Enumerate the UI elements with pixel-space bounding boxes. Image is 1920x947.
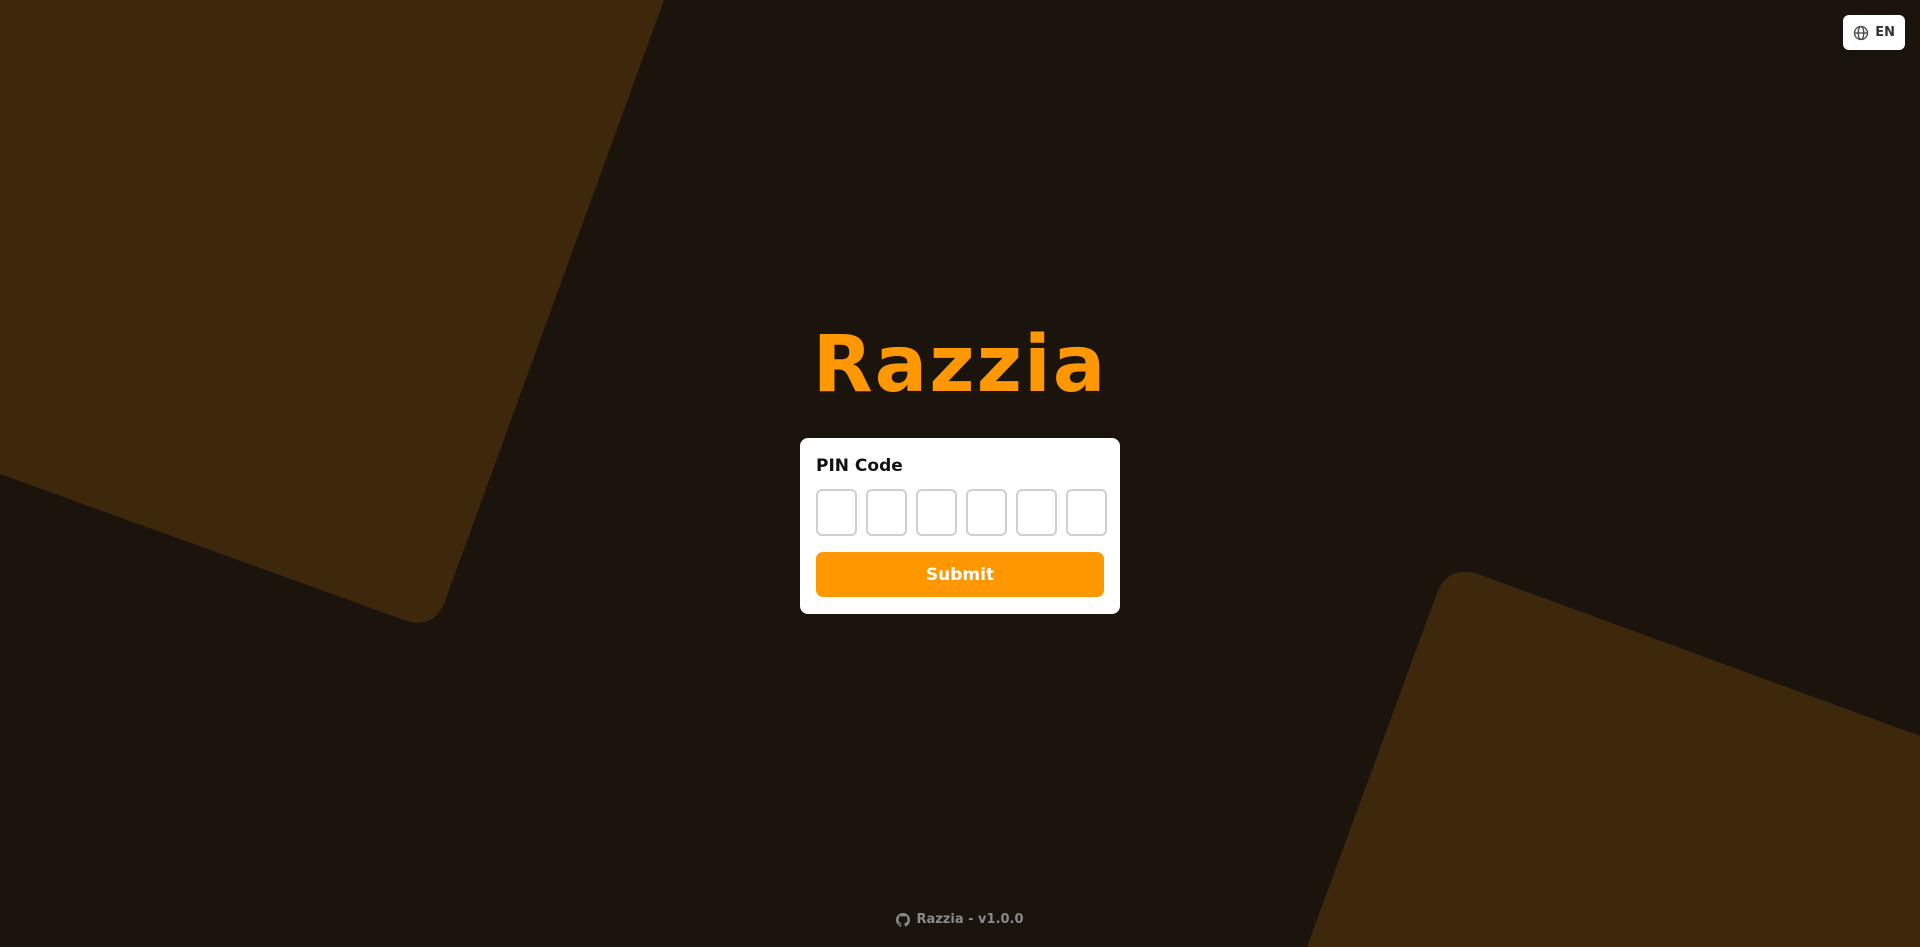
- footer-version-text: Razzia - v1.0.0: [916, 912, 1024, 927]
- pin-digit-input-6[interactable]: [1066, 489, 1107, 536]
- pin-code-label: PIN Code: [816, 456, 903, 476]
- language-selector-button[interactable]: EN: [1843, 15, 1905, 50]
- pin-digit-input-1[interactable]: [816, 489, 857, 536]
- language-code: EN: [1875, 25, 1895, 40]
- pin-digit-input-3[interactable]: [916, 489, 957, 536]
- pin-digit-input-5[interactable]: [1016, 489, 1057, 536]
- pin-digit-input-4[interactable]: [966, 489, 1007, 536]
- globe-icon: [1853, 25, 1869, 41]
- github-icon: [896, 912, 911, 927]
- pin-login-card: PIN Code Submit: [800, 438, 1120, 614]
- background-shape-top-left: [0, 0, 664, 623]
- pin-input-group: [816, 489, 1107, 536]
- pin-digit-input-2[interactable]: [866, 489, 907, 536]
- footer-github-link[interactable]: Razzia - v1.0.0: [0, 912, 1920, 927]
- login-page: EN Razzia PIN Code Submit Razzia - v1.0.…: [0, 0, 1920, 947]
- background-shape-bottom-right: [1307, 571, 1920, 947]
- submit-button[interactable]: Submit: [816, 552, 1104, 597]
- app-logo: Razzia: [812, 320, 1108, 410]
